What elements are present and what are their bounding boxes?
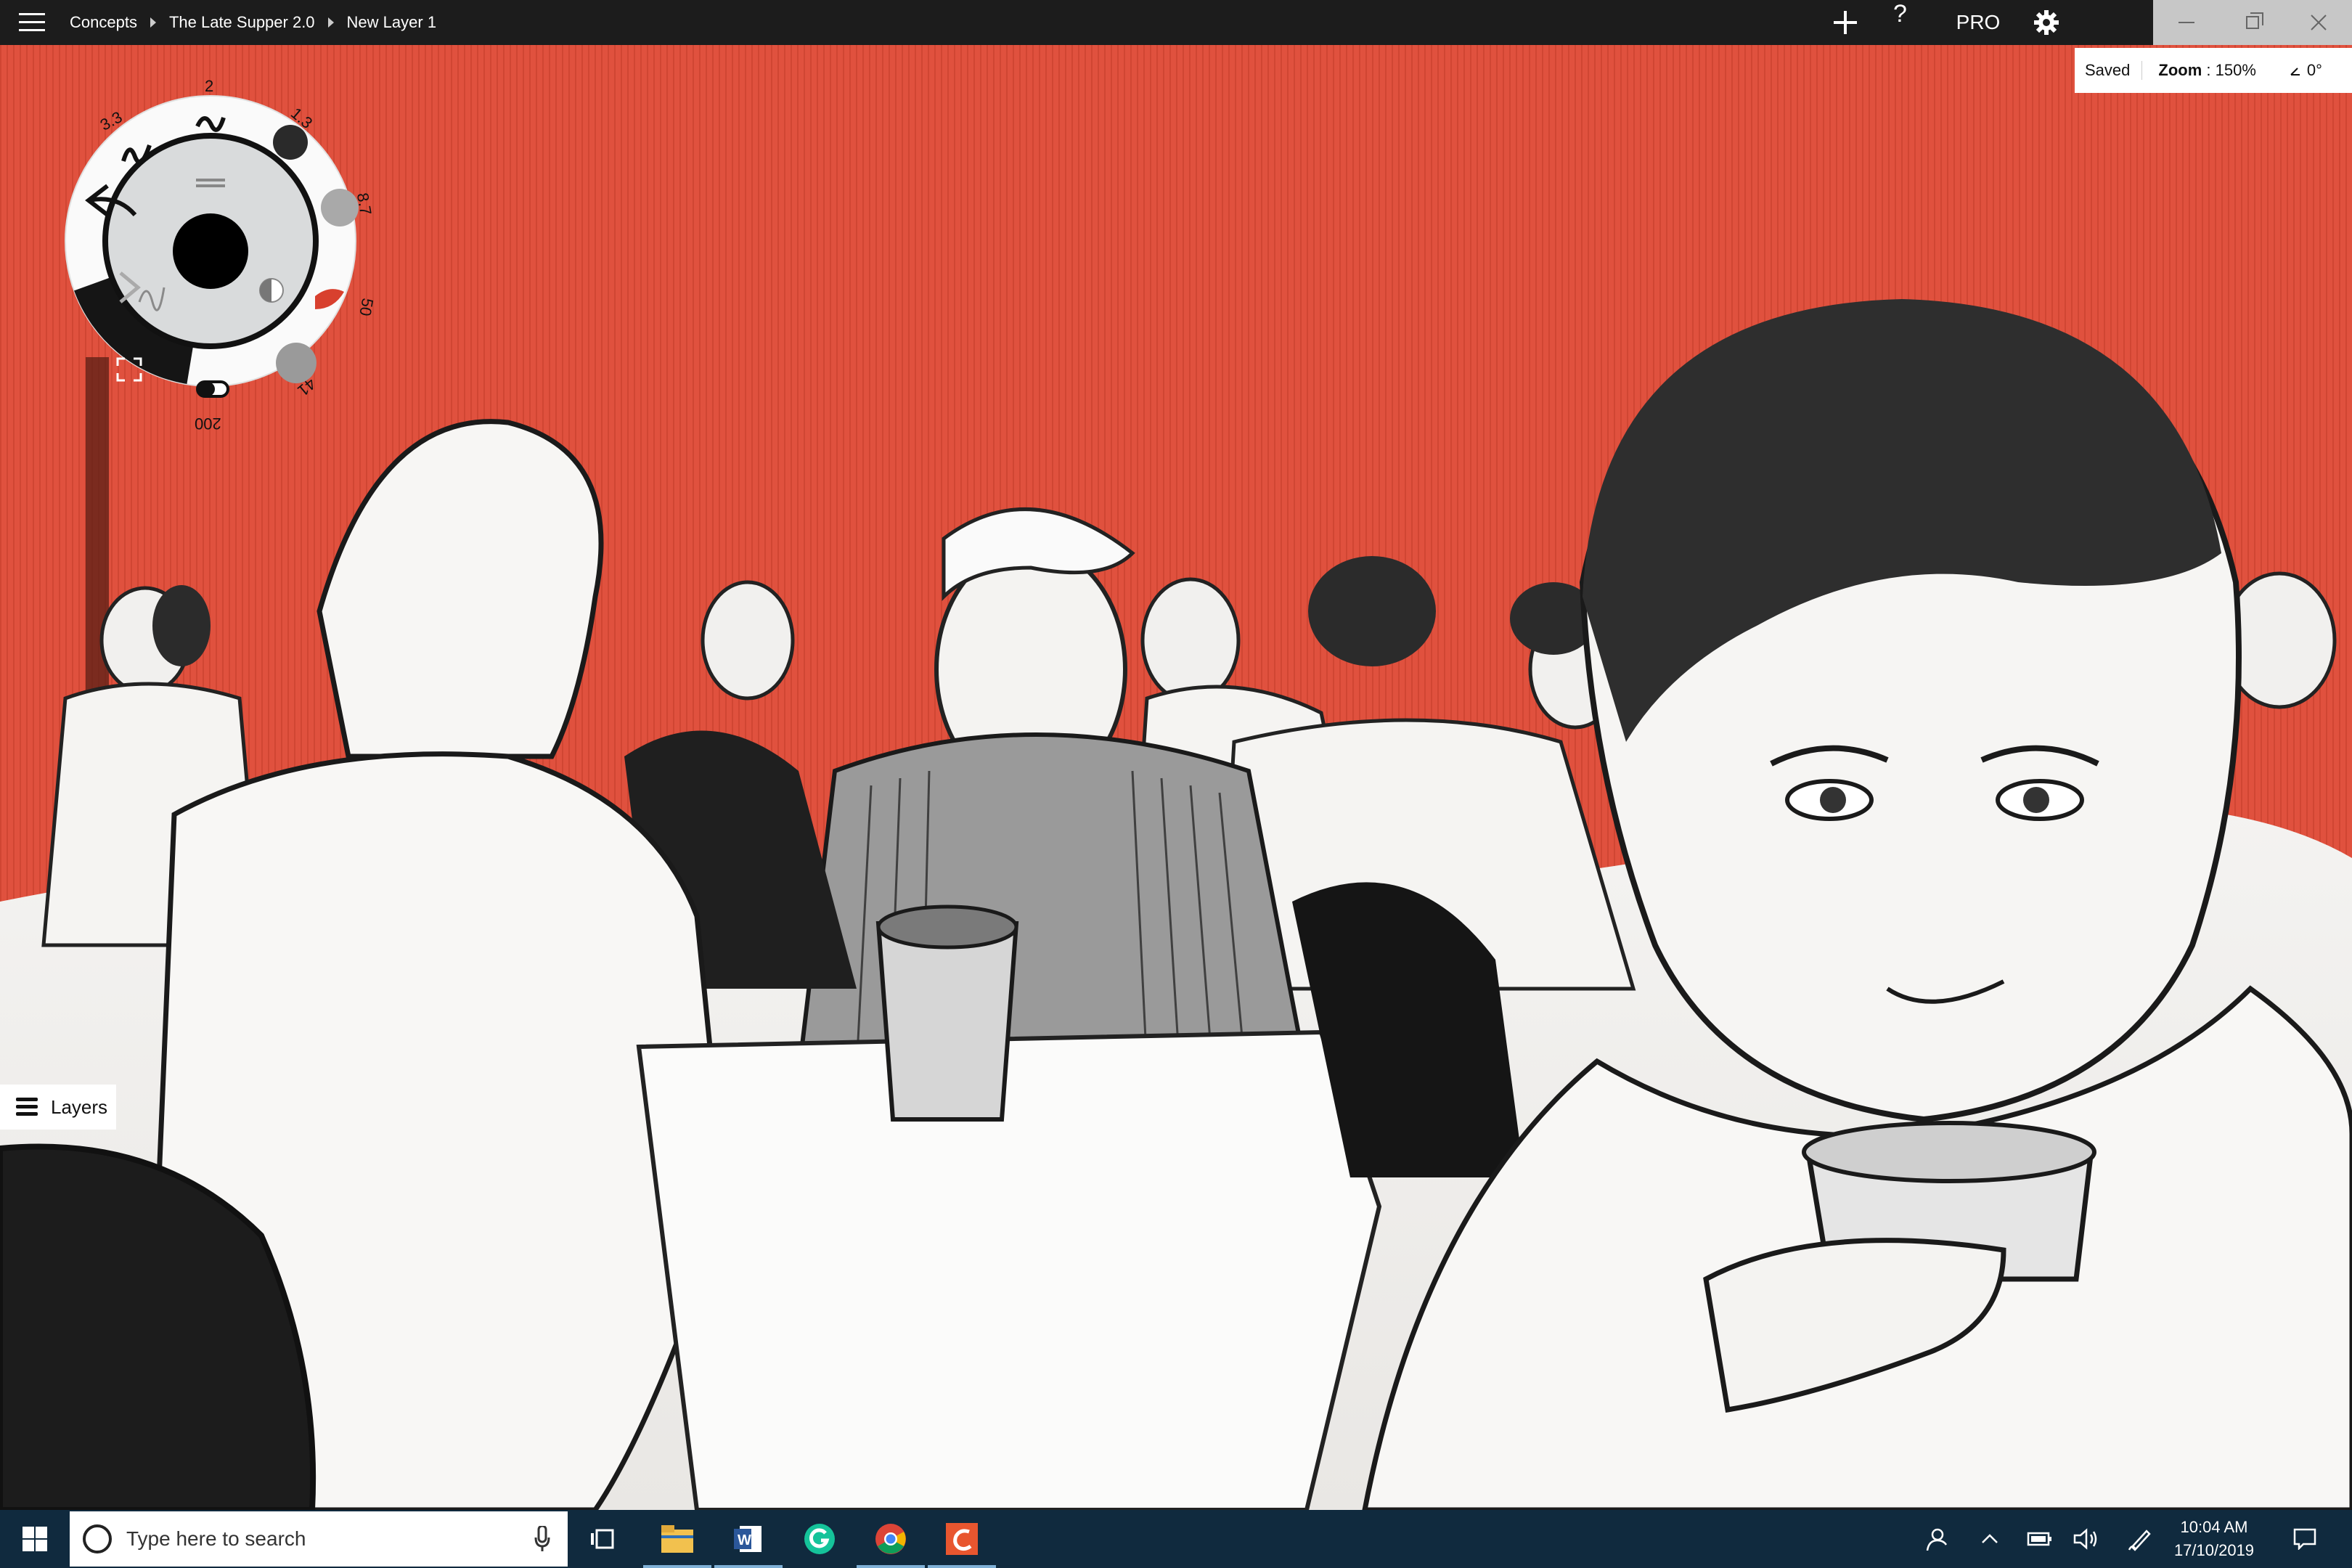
- clock-time: 10:04 AM: [2180, 1518, 2248, 1536]
- taskbar-clock[interactable]: 10:04 AM 17/10/2019: [2171, 1516, 2258, 1562]
- concepts-app-button[interactable]: [928, 1510, 996, 1568]
- zoom-label: Zoom: [2158, 61, 2202, 79]
- breadcrumb: Concepts The Late Supper 2.0 New Layer 1: [70, 0, 436, 45]
- restore-button[interactable]: [2219, 0, 2285, 45]
- brush-size-label[interactable]: 2: [205, 77, 213, 96]
- people-button[interactable]: [1916, 1510, 1960, 1568]
- layers-icon: [16, 1098, 38, 1116]
- layers-button[interactable]: Layers: [0, 1085, 116, 1130]
- clock-date: 17/10/2019: [2173, 1541, 2255, 1559]
- brush-size-label[interactable]: 8.7: [353, 192, 375, 217]
- battery-button[interactable]: [2020, 1510, 2060, 1568]
- task-view-icon: [591, 1529, 614, 1549]
- running-indicator: [643, 1565, 711, 1568]
- chevron-right-icon: [150, 17, 156, 28]
- show-hidden-icons-button[interactable]: [1972, 1510, 2008, 1568]
- saved-status: Saved: [2085, 61, 2143, 80]
- help-button[interactable]: ?: [1893, 0, 1931, 45]
- tool-wheel[interactable]: 3.3 2 1.3 8.7 50 41 200: [60, 70, 393, 438]
- battery-icon: [2027, 1532, 2051, 1546]
- speaker-icon: [2073, 1528, 2097, 1550]
- brush-size-label[interactable]: 50: [355, 297, 377, 317]
- chevron-up-icon: [1982, 1534, 1998, 1543]
- people-icon: [1926, 1528, 1948, 1551]
- grammarly-icon: [804, 1524, 835, 1554]
- svg-text:W: W: [738, 1532, 751, 1548]
- plus-icon: [1834, 11, 1857, 34]
- pro-button[interactable]: PRO: [1953, 0, 2004, 45]
- pen-icon: [2128, 1530, 2151, 1551]
- settings-button[interactable]: [2025, 0, 2067, 45]
- close-icon: [2310, 15, 2327, 30]
- start-button[interactable]: [0, 1510, 70, 1568]
- windows-taskbar: Type here to search W 10:04 AM 17/10/201…: [0, 1510, 2352, 1568]
- layers-label: Layers: [51, 1095, 108, 1118]
- running-indicator: [857, 1565, 925, 1568]
- taskbar-search[interactable]: Type here to search: [70, 1511, 568, 1567]
- zoom-readout[interactable]: Zoom : 150%: [2142, 61, 2256, 80]
- zoom-value: 150%: [2215, 61, 2256, 79]
- grammarly-button[interactable]: [785, 1510, 854, 1568]
- brush-size-label[interactable]: 200: [195, 414, 221, 433]
- menu-icon[interactable]: [19, 13, 45, 32]
- action-center-button[interactable]: [2279, 1510, 2330, 1568]
- word-icon: W: [734, 1526, 761, 1552]
- pen-workspace-button[interactable]: [2118, 1510, 2162, 1568]
- angle-value: 0°: [2306, 61, 2322, 79]
- restore-icon: [2245, 12, 2263, 29]
- running-indicator: [928, 1565, 996, 1568]
- windows-logo-icon: [23, 1527, 47, 1551]
- gear-icon: [2034, 10, 2059, 35]
- cortana-icon: [83, 1524, 112, 1553]
- add-button[interactable]: [1826, 0, 1864, 45]
- minimize-button[interactable]: [2153, 0, 2219, 45]
- microphone-icon[interactable]: [534, 1526, 550, 1552]
- word-button[interactable]: W: [714, 1510, 783, 1568]
- running-indicator: [714, 1565, 783, 1568]
- chrome-button[interactable]: [857, 1510, 925, 1568]
- chrome-icon: [875, 1524, 906, 1554]
- volume-button[interactable]: [2066, 1510, 2107, 1568]
- search-placeholder: Type here to search: [126, 1527, 306, 1550]
- status-bar: Saved Zoom : 150% 0°: [2075, 48, 2352, 93]
- window-controls: [2153, 0, 2352, 45]
- close-button[interactable]: [2285, 0, 2351, 45]
- notification-icon: [2293, 1528, 2316, 1550]
- angle-icon: [2290, 68, 2300, 75]
- breadcrumb-concepts[interactable]: Concepts: [70, 13, 137, 32]
- file-explorer-button[interactable]: [643, 1510, 711, 1568]
- minimize-icon: [2178, 22, 2194, 23]
- title-bar: Concepts The Late Supper 2.0 New Layer 1…: [0, 0, 2352, 45]
- concepts-app-icon: [946, 1523, 978, 1555]
- task-view-button[interactable]: [578, 1510, 630, 1568]
- breadcrumb-layer[interactable]: New Layer 1: [347, 13, 437, 32]
- chevron-right-icon: [327, 17, 334, 28]
- rotation-readout[interactable]: 0°: [2290, 61, 2322, 80]
- folder-icon: [661, 1525, 693, 1553]
- breadcrumb-drawing[interactable]: The Late Supper 2.0: [169, 13, 315, 32]
